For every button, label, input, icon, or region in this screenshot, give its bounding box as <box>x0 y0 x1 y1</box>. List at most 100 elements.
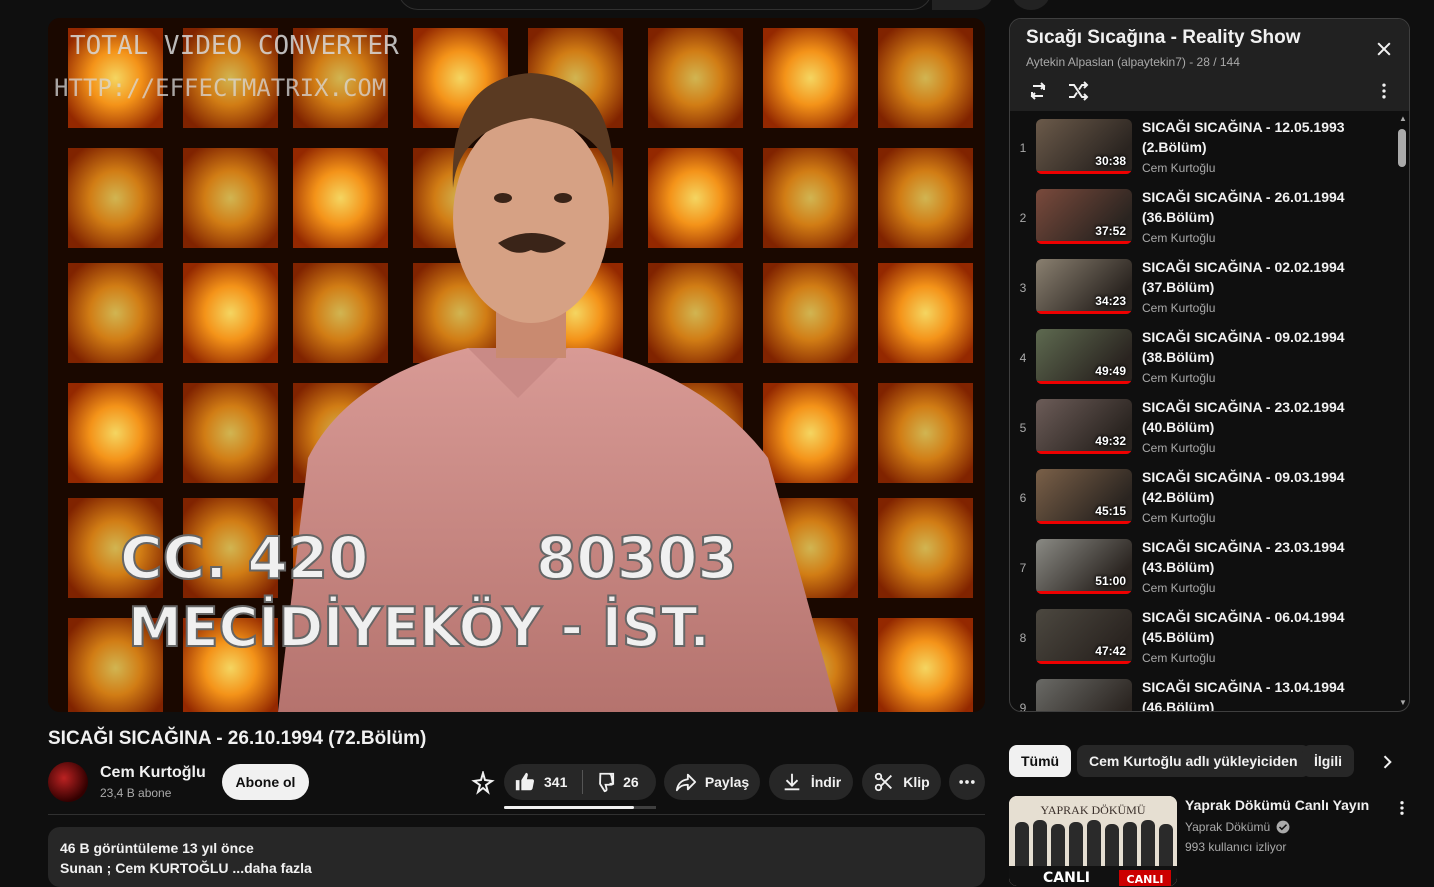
playlist-item-author[interactable]: Cem Kurtoğlu <box>1142 651 1215 665</box>
verified-icon <box>1276 820 1290 834</box>
ask-sparkle-icon[interactable] <box>470 770 496 796</box>
playlist-item-title[interactable]: SICAĞI SICAĞINA - 09.02.1994 (38.Bölüm) <box>1142 327 1352 367</box>
video-title: SICAĞI SICAĞINA - 26.10.1994 (72.Bölüm) <box>48 728 427 749</box>
video-duration: 49:32 <box>1095 434 1126 448</box>
playlist-item-title[interactable]: SICAĞI SICAĞINA - 23.03.1994 (43.Bölüm) <box>1142 537 1352 577</box>
like-count: 341 <box>544 774 568 790</box>
playlist-item-author[interactable]: Cem Kurtoğlu <box>1142 371 1215 385</box>
channel-avatar[interactable] <box>48 762 88 802</box>
playlist-item[interactable]: 8 47:42 SICAĞI SICAĞINA - 06.04.1994 (45.B… <box>1010 601 1395 671</box>
playlist-item[interactable]: 1 30:38 SICAĞI SICAĞINA - 12.05.1993 (2.Bö… <box>1010 111 1395 181</box>
close-icon[interactable] <box>1370 35 1398 63</box>
search-box[interactable] <box>398 0 932 10</box>
playlist-item-title[interactable]: SICAĞI SICAĞINA - 09.03.1994 (42.Bölüm) <box>1142 467 1352 507</box>
overlay-number: 80303 <box>536 524 738 592</box>
playlist-item-thumbnail[interactable]: 49:32 <box>1036 399 1132 454</box>
playlist-item[interactable]: 5 49:32 SICAĞI SICAĞINA - 23.02.1994 (40.B… <box>1010 391 1395 461</box>
video-duration: 51:00 <box>1095 574 1126 588</box>
channel-name[interactable]: Cem Kurtoğlu <box>100 764 206 782</box>
playlist-item-author[interactable]: Cem Kurtoğlu <box>1142 581 1215 595</box>
download-label: İndir <box>810 774 842 790</box>
recommendation-channel[interactable]: Yaprak Dökümü <box>1185 820 1290 834</box>
scroll-up-arrow[interactable]: ▲ <box>1398 115 1408 123</box>
playlist-menu-icon[interactable] <box>1372 79 1396 103</box>
video-duration: 45:15 <box>1095 504 1126 518</box>
thumb-logo: YAPRAK DÖKÜMÜ <box>1040 803 1145 817</box>
playlist-item-index: 2 <box>1019 211 1027 225</box>
loop-icon[interactable] <box>1024 77 1052 105</box>
filter-chip[interactable]: İlgili <box>1302 745 1354 777</box>
playlist-item-index: 6 <box>1019 491 1027 505</box>
playlist-item[interactable]: 6 45:15 SICAĞI SICAĞINA - 09.03.1994 (42.B… <box>1010 461 1395 531</box>
playlist-item-thumbnail[interactable]: 30:38 <box>1036 119 1132 174</box>
more-actions-button[interactable] <box>949 764 985 800</box>
playlist-title[interactable]: Sıcağı Sıcağına - Reality Show <box>1026 27 1301 49</box>
clip-button[interactable]: Klip <box>862 764 941 800</box>
filter-chip[interactable]: Cem Kurtoğlu adlı yükleyiciden <box>1077 745 1310 777</box>
shuffle-icon[interactable] <box>1064 77 1092 105</box>
video-frame: TOTAL VIDEO CONVERTER HTTP://EFFECTMATRI… <box>48 18 985 712</box>
recommendation-viewers: 993 kullanıcı izliyor <box>1185 840 1287 854</box>
overlay-address: MECİDİYEKÖY - İST. <box>128 596 710 659</box>
scroll-down-arrow[interactable]: ▼ <box>1398 699 1408 707</box>
thumb-overlay-text: CANLI <box>1043 870 1090 886</box>
playlist-item-thumbnail[interactable]: 51:00 <box>1036 539 1132 594</box>
description-box[interactable] <box>48 827 985 887</box>
more-vertical-icon[interactable] <box>1392 798 1412 818</box>
playlist-item-author[interactable]: Cem Kurtoğlu <box>1142 441 1215 455</box>
playlist-subtitle: Aytekin Alpaslan (alpaytekin7) - 28 / 14… <box>1026 55 1240 69</box>
playlist-item[interactable]: 3 34:23 SICAĞI SICAĞINA - 02.02.1994 (37.B… <box>1010 251 1395 321</box>
share-label: Paylaş <box>704 774 750 790</box>
playlist-item-title[interactable]: SICAĞI SICAĞINA - 26.01.1994 (36.Bölüm) <box>1142 187 1352 227</box>
recommendation-thumbnail[interactable]: YAPRAK DÖKÜMÜ CANLI CANLI <box>1009 796 1177 886</box>
section-divider <box>48 814 985 815</box>
playlist-item-author[interactable]: Cem Kurtoğlu <box>1142 511 1215 525</box>
dislike-button[interactable]: 26 <box>583 764 656 800</box>
watched-progress-bar <box>1036 381 1132 384</box>
filter-chip[interactable]: Tümü <box>1009 745 1072 777</box>
recommendation-title[interactable]: Yaprak Dökümü Canlı Yayın <box>1185 797 1369 813</box>
playlist-item[interactable]: 2 37:52 SICAĞI SICAĞINA - 26.01.1994 (36.B… <box>1010 181 1395 251</box>
watched-progress-bar <box>1036 171 1132 174</box>
playlist-item-author[interactable]: Cem Kurtoğlu <box>1142 301 1215 315</box>
playlist-item-thumbnail[interactable]: 37:52 <box>1036 189 1132 244</box>
playlist-item-thumbnail[interactable]: 45:15 <box>1036 469 1132 524</box>
thumbs-down-icon <box>599 772 615 793</box>
like-button[interactable]: 341 <box>504 764 582 800</box>
description-snippet[interactable]: Sunan ; Cem KURTOĞLU ...daha fazla <box>60 860 312 876</box>
playlist-item-thumbnail[interactable]: 34:23 <box>1036 259 1132 314</box>
share-icon <box>675 773 696 792</box>
playlist-item-thumbnail[interactable]: 47:42 <box>1036 609 1132 664</box>
playlist-item[interactable]: 9 SICAĞI SICAĞINA - 13.04.1994 (46.Bölüm)… <box>1010 671 1395 711</box>
playlist-item-author[interactable]: Cem Kurtoğlu <box>1142 231 1215 245</box>
video-duration: 30:38 <box>1095 154 1126 168</box>
watched-progress-bar <box>1036 591 1132 594</box>
download-button[interactable]: İndir <box>769 764 853 800</box>
scissors-icon <box>875 772 893 792</box>
like-ratio-bar <box>504 806 656 809</box>
subscribe-button[interactable]: Abone ol <box>222 764 309 800</box>
playlist-item[interactable]: 7 51:00 SICAĞI SICAĞINA - 23.03.1994 (43.B… <box>1010 531 1395 601</box>
playlist-item-title[interactable]: SICAĞI SICAĞINA - 06.04.1994 (45.Bölüm) <box>1142 607 1352 647</box>
chevron-right-icon[interactable] <box>1372 747 1402 777</box>
playlist-item-title[interactable]: SICAĞI SICAĞINA - 13.04.1994 (46.Bölüm) <box>1142 677 1352 711</box>
playlist-item-thumbnail[interactable] <box>1036 679 1132 711</box>
video-player[interactable]: TOTAL VIDEO CONVERTER HTTP://EFFECTMATRI… <box>48 18 985 712</box>
like-dislike-group: 341 26 <box>504 764 656 800</box>
playlist-item-index: 7 <box>1019 561 1027 575</box>
watched-progress-bar <box>1036 241 1132 244</box>
dislike-count: 26 <box>623 774 639 790</box>
video-duration: 47:42 <box>1095 644 1126 658</box>
playlist-item[interactable]: 4 49:49 SICAĞI SICAĞINA - 09.02.1994 (38.B… <box>1010 321 1395 391</box>
watched-progress-bar <box>1036 521 1132 524</box>
playlist-item-title[interactable]: SICAĞI SICAĞINA - 12.05.1993 (2.Bölüm) <box>1142 117 1352 157</box>
playlist-item-title[interactable]: SICAĞI SICAĞINA - 02.02.1994 (37.Bölüm) <box>1142 257 1352 297</box>
watermark-title: TOTAL VIDEO CONVERTER <box>70 31 399 61</box>
playlist-item-author[interactable]: Cem Kurtoğlu <box>1142 161 1215 175</box>
playlist-item-thumbnail[interactable]: 49:49 <box>1036 329 1132 384</box>
playlist-item-index: 4 <box>1019 351 1027 365</box>
share-button[interactable]: Paylaş <box>664 764 760 800</box>
watermark-url: HTTP://EFFECTMATRIX.COM <box>54 74 386 102</box>
playlist-scrollbar[interactable] <box>1398 129 1406 167</box>
playlist-item-title[interactable]: SICAĞI SICAĞINA - 23.02.1994 (40.Bölüm) <box>1142 397 1352 437</box>
